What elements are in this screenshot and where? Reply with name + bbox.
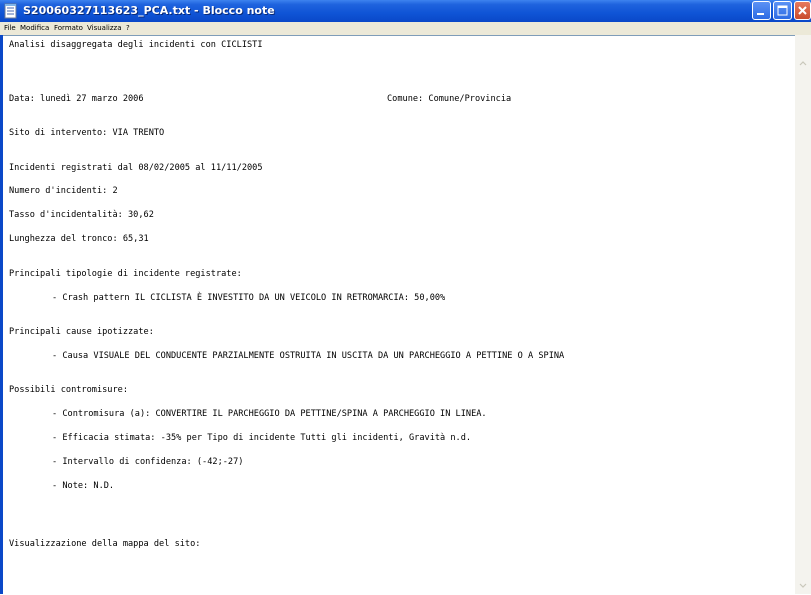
doc-line-intervallo: - Intervallo di confidenza: (-42;-27) <box>52 457 244 467</box>
minimize-icon <box>757 13 764 15</box>
close-icon <box>798 6 807 15</box>
doc-line-lunghezza: Lunghezza del tronco: 65,31 <box>9 234 149 244</box>
doc-line-periodo: Incidenti registrati dal 08/02/2005 al 1… <box>9 163 263 173</box>
doc-line-title: Analisi disaggregata degli incidenti con… <box>9 40 263 50</box>
scroll-up-icon[interactable] <box>796 53 810 66</box>
notepad-icon[interactable] <box>3 3 19 19</box>
doc-line-note: - Note: N.D. <box>52 481 115 491</box>
doc-line-sito: Sito di intervento: VIA TRENTO <box>9 128 165 138</box>
doc-line-comune: Comune: Comune/Provincia <box>387 94 512 104</box>
doc-line-contromisura-a: - Contromisura (a): CONVERTIRE IL PARCHE… <box>52 409 487 419</box>
notepad-window: S20060327113623_PCA.txt - Blocco note Fi… <box>0 0 811 594</box>
maximize-button[interactable] <box>773 1 792 20</box>
menu-visualizza[interactable]: Visualizza <box>87 22 121 35</box>
doc-line-tasso: Tasso d'incidentalità: 30,62 <box>9 210 154 220</box>
window-title: S20060327113623_PCA.txt - Blocco note <box>23 4 275 17</box>
doc-line-tipologie-item: - Crash pattern IL CICLISTA È INVESTITO … <box>52 293 446 303</box>
doc-line-mappa: Visualizzazione della mappa del sito: <box>9 539 201 549</box>
text-editor[interactable]: Analisi disaggregata degli incidenti con… <box>3 35 795 594</box>
scroll-down-icon[interactable] <box>796 576 810 588</box>
minimize-button[interactable] <box>752 1 771 20</box>
close-button[interactable] <box>794 1 811 20</box>
menu-formato[interactable]: Formato <box>54 22 83 35</box>
doc-line-tipologie-heading: Principali tipologie di incidente regist… <box>9 269 242 279</box>
menu-modifica[interactable]: Modifica <box>20 22 49 35</box>
doc-line-date: Data: lunedì 27 marzo 2006 <box>9 94 144 104</box>
menu-file[interactable]: File <box>4 22 16 35</box>
doc-line-contromisure-heading: Possibili contromisure: <box>9 385 128 395</box>
doc-line-numero: Numero d'incidenti: 2 <box>9 186 118 196</box>
menu-help[interactable]: ? <box>126 22 130 35</box>
title-bar[interactable]: S20060327113623_PCA.txt - Blocco note <box>0 0 811 22</box>
doc-line-cause-item: - Causa VISUALE DEL CONDUCENTE PARZIALME… <box>52 351 565 361</box>
doc-line-cause-heading: Principali cause ipotizzate: <box>9 327 154 337</box>
maximize-icon <box>777 5 788 16</box>
menu-bar: File Modifica Formato Visualizza ? <box>0 22 811 35</box>
vertical-scrollbar[interactable] <box>795 35 811 594</box>
doc-line-efficacia: - Efficacia stimata: -35% per Tipo di in… <box>52 433 472 443</box>
